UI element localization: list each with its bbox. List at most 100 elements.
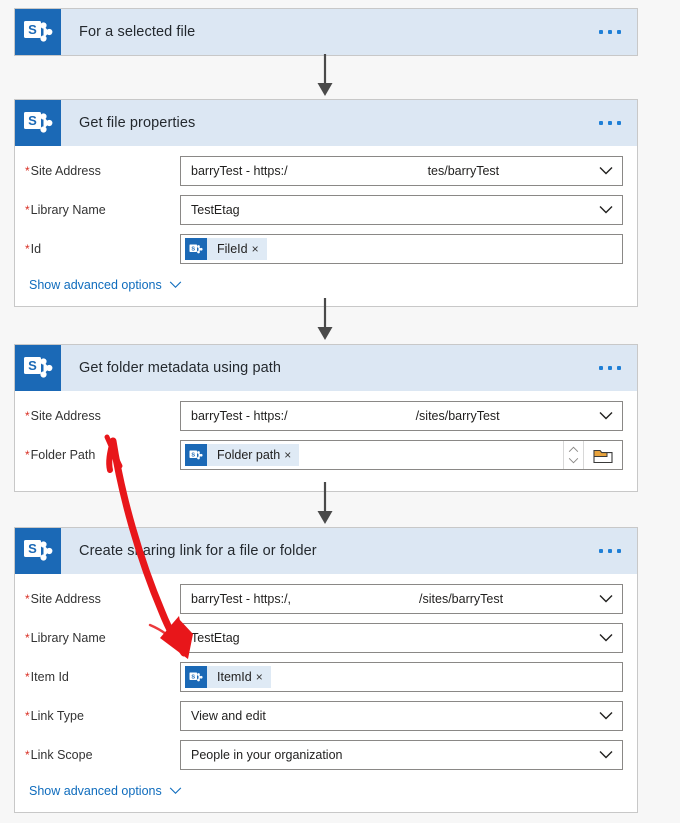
- sharepoint-icon: S: [185, 238, 207, 260]
- chevron-down-icon: [599, 634, 613, 643]
- chevron-down-icon: [599, 712, 613, 721]
- link-type-dropdown[interactable]: View and edit: [180, 701, 623, 731]
- show-advanced-options-label: Show advanced options: [29, 278, 162, 292]
- field-label-text: Id: [30, 242, 42, 256]
- card-body: *Site Address barryTest - https:/ /sites…: [15, 391, 637, 491]
- token-remove-icon[interactable]: ×: [252, 243, 267, 255]
- flow-card-for-a-selected-file[interactable]: S For a selected file: [14, 8, 638, 56]
- card-title: Create sharing link for a file or folder: [79, 543, 317, 559]
- field-label: *Site Address: [25, 592, 180, 606]
- field-row-site-address: *Site Address barryTest - https:/ /sites…: [25, 401, 623, 431]
- dynamic-token-chip[interactable]: S FileId ×: [185, 238, 267, 260]
- folder-path-input[interactable]: S Folder path ×: [180, 440, 623, 470]
- field-label-text: Site Address: [30, 409, 101, 423]
- field-row-library-name: *Library Name TestEtag: [25, 195, 623, 225]
- library-name-value: TestEtag: [191, 203, 240, 217]
- svg-text:S: S: [28, 358, 37, 373]
- sharepoint-icon: S: [15, 9, 61, 55]
- library-name-value: TestEtag: [191, 631, 240, 645]
- required-asterisk: *: [25, 631, 30, 645]
- field-row-id: *Id S FileId ×: [25, 234, 623, 264]
- card-title: Get folder metadata using path: [79, 360, 282, 376]
- dynamic-token-chip[interactable]: S Folder path ×: [185, 444, 300, 466]
- required-asterisk: *: [25, 242, 30, 256]
- flow-card-create-sharing-link-for-a-file-or-folder[interactable]: S Create sharing link for a file or fold…: [14, 527, 638, 813]
- sharepoint-icon: S: [15, 528, 61, 574]
- card-header[interactable]: S Get folder metadata using path: [15, 345, 637, 391]
- svg-text:S: S: [28, 541, 37, 556]
- token-label: ItemId: [217, 670, 252, 684]
- item-id-input[interactable]: S ItemId ×: [180, 662, 623, 692]
- field-label: *Link Type: [25, 709, 180, 723]
- site-address-value-right: tes/barryTest: [427, 164, 500, 178]
- card-title: Get file properties: [79, 115, 196, 131]
- folder-picker-icon[interactable]: [583, 441, 622, 469]
- required-asterisk: *: [25, 670, 30, 684]
- site-address-value-right: /sites/barryTest: [415, 409, 500, 423]
- site-address-dropdown[interactable]: barryTest - https:/ tes/barryTest: [180, 156, 623, 186]
- site-address-value-left: barryTest - https:/,: [191, 592, 292, 606]
- flow-card-get-file-properties[interactable]: S Get file properties * Site Address barr…: [14, 99, 638, 307]
- link-scope-value: People in your organization: [191, 748, 343, 762]
- chevron-down-icon: [599, 206, 613, 215]
- field-label-text: Link Scope: [30, 748, 93, 762]
- field-label: *Site Address: [25, 409, 180, 423]
- sharepoint-icon: S: [185, 444, 207, 466]
- card-menu-button[interactable]: [599, 121, 621, 125]
- required-asterisk: *: [25, 448, 30, 462]
- field-label: *Folder Path: [25, 448, 180, 462]
- required-asterisk: *: [25, 748, 30, 762]
- field-label-text: Library Name: [30, 631, 106, 645]
- card-header[interactable]: S For a selected file: [15, 9, 637, 55]
- show-advanced-options-link[interactable]: Show advanced options: [29, 278, 182, 292]
- chevron-down-icon: [599, 751, 613, 760]
- field-label-text: Item Id: [30, 670, 69, 684]
- field-row-link-type: *Link Type View and edit: [25, 701, 623, 731]
- token-label: FileId: [217, 242, 248, 256]
- field-label: *Link Scope: [25, 748, 180, 762]
- dynamic-token-chip[interactable]: S ItemId ×: [185, 666, 271, 688]
- field-label-text: Library Name: [30, 203, 106, 217]
- flow-card-get-folder-metadata-using-path[interactable]: S Get folder metadata using path *Site A…: [14, 344, 638, 492]
- field-row-item-id: *Item Id S ItemId ×: [25, 662, 623, 692]
- field-label-text: Site Address: [30, 164, 101, 178]
- link-scope-dropdown[interactable]: People in your organization: [180, 740, 623, 770]
- field-row-library-name: *Library Name TestEtag: [25, 623, 623, 653]
- svg-text:S: S: [191, 452, 195, 458]
- card-body: * Site Address barryTest - https:/ tes/ba…: [15, 146, 637, 306]
- spinner-up-down-icon[interactable]: [563, 441, 582, 469]
- card-menu-button[interactable]: [599, 366, 621, 370]
- library-name-dropdown[interactable]: TestEtag: [180, 623, 623, 653]
- svg-text:S: S: [191, 674, 195, 680]
- chevron-down-icon: [599, 167, 613, 176]
- field-label: *Item Id: [25, 670, 180, 684]
- site-address-value-left: barryTest - https:/: [191, 164, 288, 178]
- required-asterisk: *: [25, 592, 30, 606]
- link-type-value: View and edit: [191, 709, 266, 723]
- token-label: Folder path: [217, 448, 281, 462]
- card-body: *Site Address barryTest - https:/, /site…: [15, 574, 637, 812]
- show-advanced-options-link[interactable]: Show advanced options: [29, 784, 182, 798]
- field-row-link-scope: *Link Scope People in your organization: [25, 740, 623, 770]
- required-asterisk: *: [25, 709, 30, 723]
- token-remove-icon[interactable]: ×: [284, 449, 299, 461]
- field-label-text: Site Address: [30, 592, 101, 606]
- site-address-dropdown[interactable]: barryTest - https:/ /sites/barryTest: [180, 401, 623, 431]
- card-menu-button[interactable]: [599, 30, 621, 34]
- library-name-dropdown[interactable]: TestEtag: [180, 195, 623, 225]
- card-menu-button[interactable]: [599, 549, 621, 553]
- field-row-site-address: *Site Address barryTest - https:/, /site…: [25, 584, 623, 614]
- field-label: *Library Name: [25, 631, 180, 645]
- show-advanced-options-label: Show advanced options: [29, 784, 162, 798]
- field-label-text: Folder Path: [30, 448, 96, 462]
- chevron-down-icon: [169, 278, 182, 292]
- connector-arrow: [317, 54, 333, 96]
- field-label: *Id: [25, 242, 180, 256]
- card-title: For a selected file: [79, 24, 196, 40]
- id-input[interactable]: S FileId ×: [180, 234, 623, 264]
- site-address-dropdown[interactable]: barryTest - https:/, /sites/barryTest: [180, 584, 623, 614]
- card-header[interactable]: S Create sharing link for a file or fold…: [15, 528, 637, 574]
- card-header[interactable]: S Get file properties: [15, 100, 637, 146]
- flow-designer-canvas: S For a selected file S Get file propert…: [0, 0, 680, 823]
- token-remove-icon[interactable]: ×: [256, 671, 271, 683]
